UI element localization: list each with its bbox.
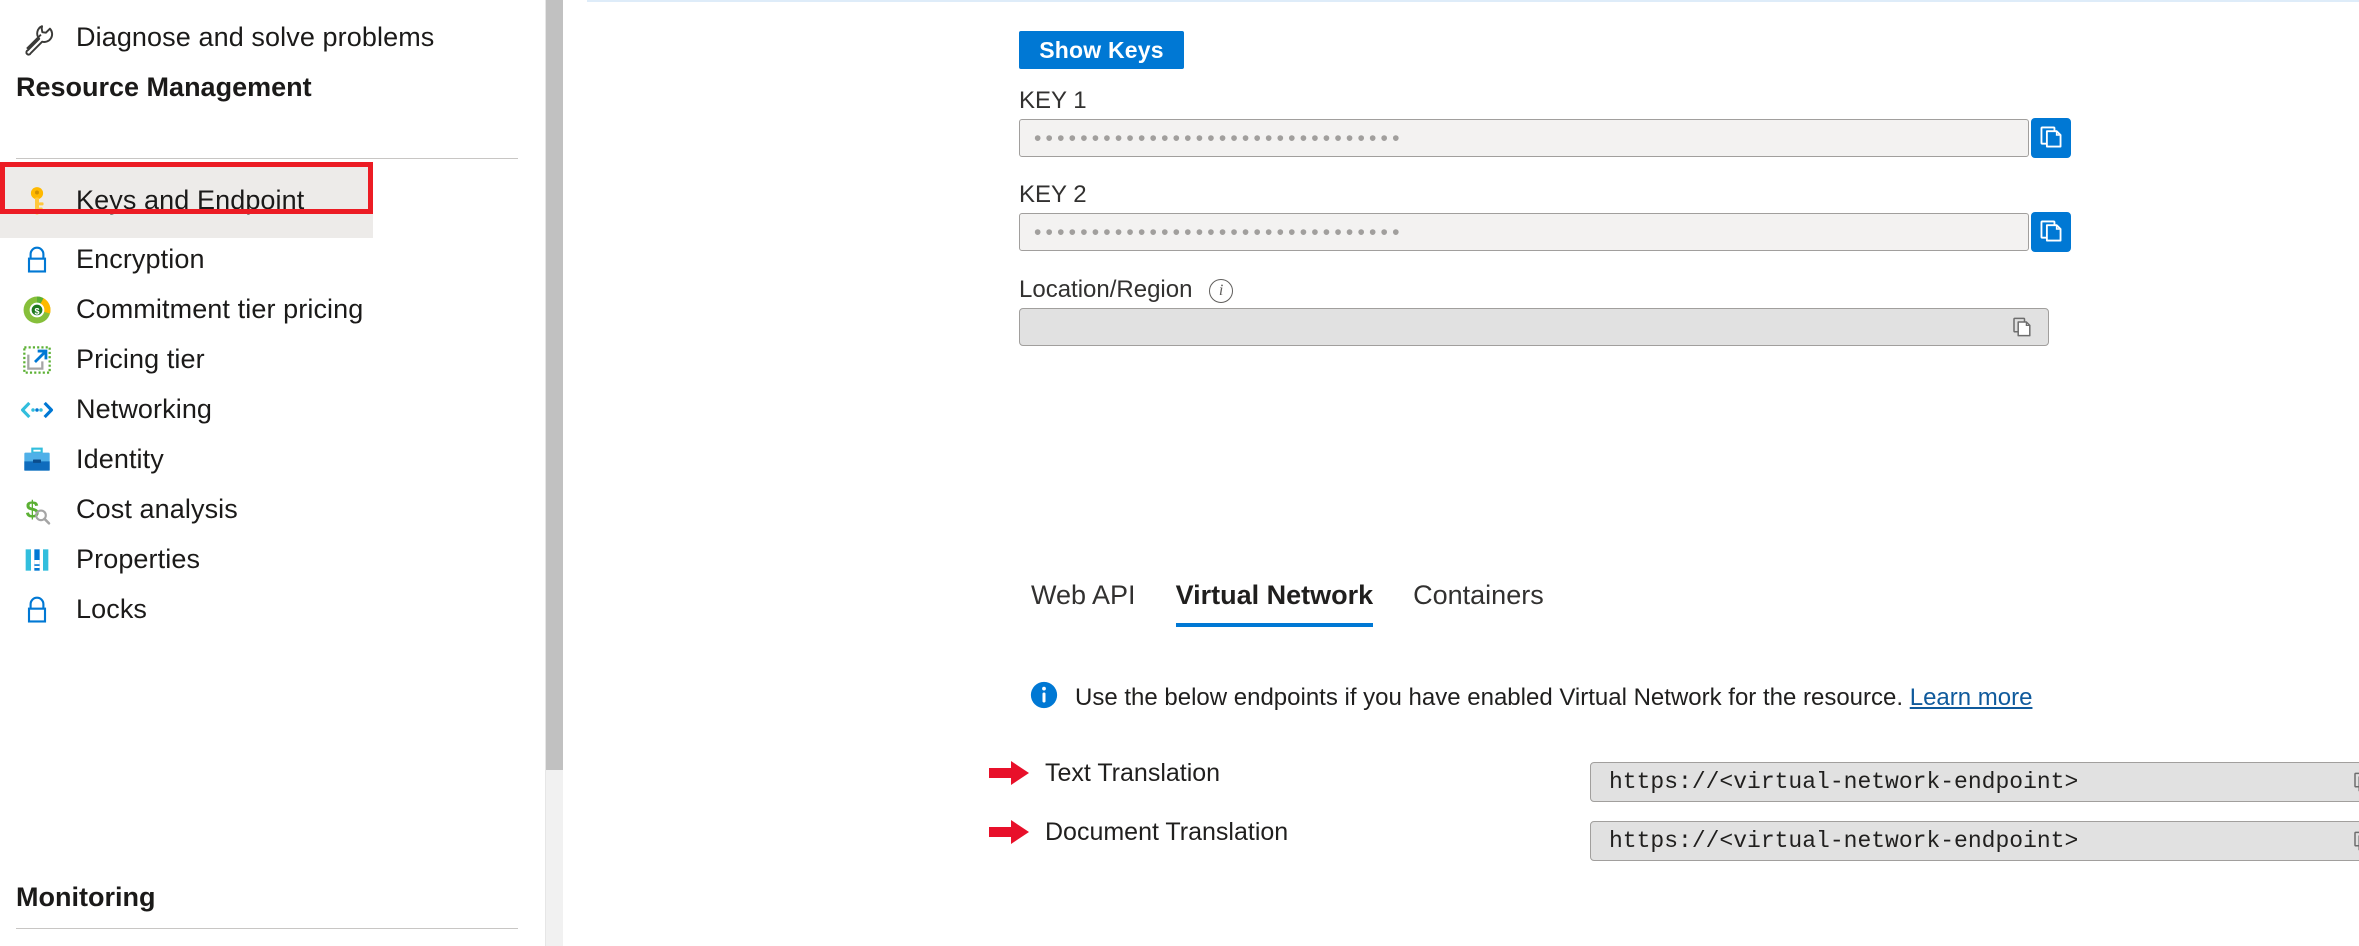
tab-web-api[interactable]: Web API <box>1031 580 1136 627</box>
sidebar-item-label: Keys and Endpoint <box>76 185 304 216</box>
key-1-label: KEY 1 <box>1019 87 1087 115</box>
virtual-network-info-banner: Use the below endpoints if you have enab… <box>1029 680 2032 715</box>
azure-portal-keys-and-endpoint-page: Diagnose and solve problems Resource Man… <box>0 0 2359 946</box>
sidebar-item-label: Cost analysis <box>76 494 238 525</box>
sidebar-item-label: Identity <box>76 444 164 475</box>
sidebar-divider-top <box>16 158 518 159</box>
sidebar-item-label: Properties <box>76 544 200 575</box>
copy-key-1-button[interactable] <box>2031 118 2071 158</box>
copy-icon[interactable] <box>2349 827 2359 855</box>
copy-icon[interactable] <box>2008 313 2036 341</box>
show-keys-button[interactable]: Show Keys <box>1019 31 1184 69</box>
resource-sidebar: Diagnose and solve problems Resource Man… <box>0 0 563 946</box>
text-translation-endpoint-field: https://<virtual-network-endpoint> <box>1590 762 2359 802</box>
info-banner-message: Use the below endpoints if you have enab… <box>1075 684 1903 711</box>
tab-virtual-network[interactable]: Virtual Network <box>1176 580 1374 627</box>
sidebar-scrollbar-track[interactable] <box>546 0 563 946</box>
sidebar-item-label: Locks <box>76 594 147 625</box>
sidebar-scrollbar-thumb[interactable] <box>546 0 563 770</box>
sidebar-item-locks[interactable]: Locks <box>0 572 147 647</box>
endpoint-tabs: Web API Virtual Network Containers <box>1031 571 1584 627</box>
sidebar-item-label: Diagnose and solve problems <box>76 22 434 53</box>
copy-icon[interactable] <box>2349 768 2359 796</box>
document-translation-endpoint-field: https://<virtual-network-endpoint> <box>1590 821 2359 861</box>
text-translation-label: Text Translation <box>1045 759 1220 788</box>
key-1-input[interactable]: •••••••••••••••••••••••••••••••• <box>1019 119 2029 157</box>
location-region-label-text: Location/Region <box>1019 276 1192 303</box>
info-banner-text: Use the below endpoints if you have enab… <box>1075 684 2032 712</box>
location-region-label: Location/Region i <box>1019 276 1233 304</box>
document-translation-row: Document Translation <box>987 817 1288 847</box>
red-arrow-icon <box>987 817 1031 847</box>
copy-icon <box>2038 218 2064 247</box>
lock-icon <box>16 589 58 631</box>
copy-icon <box>2038 124 2064 153</box>
red-arrow-icon <box>987 758 1031 788</box>
sidebar-item-label: Pricing tier <box>76 344 205 375</box>
document-translation-endpoint-value: https://<virtual-network-endpoint> <box>1609 828 2078 854</box>
text-translation-endpoint-value: https://<virtual-network-endpoint> <box>1609 769 2078 795</box>
sidebar-item-label: Commitment tier pricing <box>76 294 363 325</box>
svg-text:$: $ <box>34 306 39 316</box>
key-1-value: •••••••••••••••••••••••••••••••• <box>1034 128 1404 149</box>
learn-more-link[interactable]: Learn more <box>1910 684 2033 711</box>
document-translation-label: Document Translation <box>1045 818 1288 847</box>
info-icon[interactable]: i <box>1209 279 1233 303</box>
sidebar-item-label: Networking <box>76 394 212 425</box>
key-2-label: KEY 2 <box>1019 181 1087 209</box>
key-2-value: •••••••••••••••••••••••••••••••• <box>1034 222 1404 243</box>
wrench-icon <box>16 17 58 59</box>
info-filled-icon <box>1029 680 1059 715</box>
key-icon <box>16 180 58 222</box>
tab-containers[interactable]: Containers <box>1413 580 1544 627</box>
location-region-field <box>1019 308 2049 346</box>
sidebar-section-resource-management: Resource Management <box>0 55 312 119</box>
main-content-pane: Show Keys KEY 1 ••••••••••••••••••••••••… <box>563 0 2359 946</box>
sidebar-divider-monitoring <box>16 928 518 929</box>
sidebar-item-label: Encryption <box>76 244 205 275</box>
copy-key-2-button[interactable] <box>2031 212 2071 252</box>
sidebar-section-monitoring: Monitoring <box>0 865 155 929</box>
key-2-input[interactable]: •••••••••••••••••••••••••••••••• <box>1019 213 2029 251</box>
text-translation-row: Text Translation <box>987 758 1220 788</box>
